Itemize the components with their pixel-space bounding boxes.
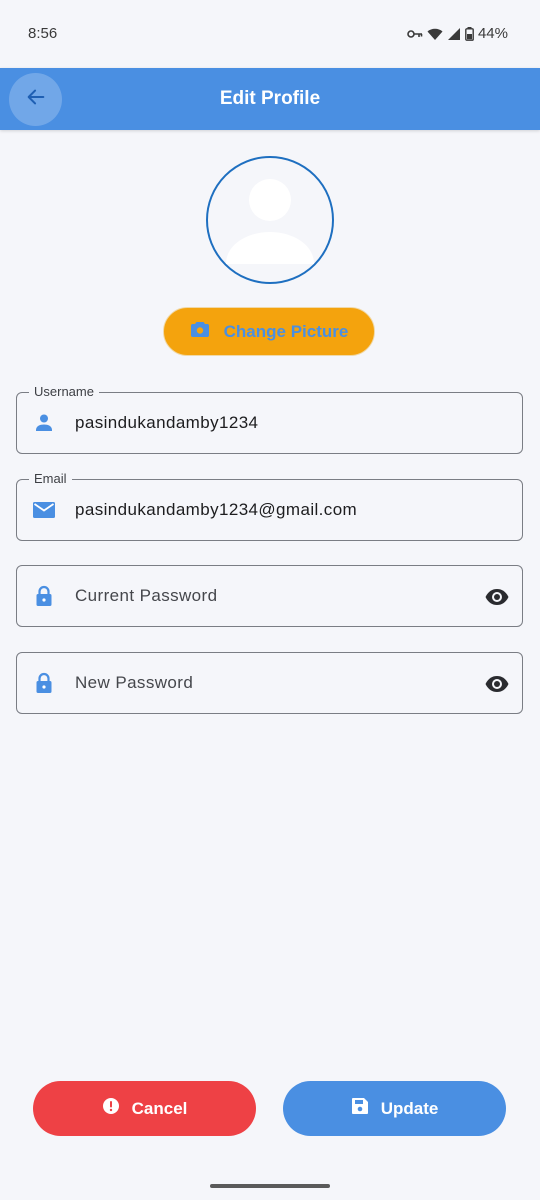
update-button[interactable]: Update [283, 1081, 506, 1136]
eye-icon[interactable] [484, 584, 510, 610]
username-label: Username [29, 384, 99, 400]
status-bar: 8:56 44% [0, 0, 540, 68]
battery-icon [465, 26, 474, 41]
username-input[interactable]: pasindukandamby1234 [75, 413, 258, 433]
wifi-icon [427, 27, 443, 41]
current-password-field[interactable]: Current Password [16, 565, 523, 627]
camera-icon [190, 320, 210, 343]
person-placeholder-icon [208, 158, 332, 282]
status-time: 8:56 [28, 25, 58, 42]
avatar[interactable] [206, 156, 334, 284]
signal-icon [447, 27, 461, 41]
cancel-button[interactable]: Cancel [33, 1081, 256, 1136]
change-picture-label: Change Picture [223, 321, 349, 341]
new-password-field[interactable]: New Password [16, 652, 523, 714]
mail-icon [32, 498, 56, 522]
cancel-label: Cancel [131, 1098, 188, 1118]
email-field[interactable]: Email pasindukandamby1234@gmail.com [16, 471, 523, 541]
lock-icon [32, 584, 56, 608]
battery-level: 44% [477, 25, 508, 42]
home-indicator[interactable] [210, 1184, 330, 1188]
eye-icon[interactable] [484, 671, 510, 697]
update-label: Update [380, 1098, 439, 1118]
change-picture-button[interactable]: Change Picture [163, 307, 375, 356]
email-input[interactable]: pasindukandamby1234@gmail.com [75, 500, 357, 520]
new-password-input[interactable]: New Password [75, 673, 193, 693]
username-field[interactable]: Username pasindukandamby1234 [16, 384, 523, 454]
status-icons: 44% [407, 25, 508, 42]
save-icon [351, 1097, 369, 1120]
person-icon [32, 411, 56, 435]
alert-icon [102, 1097, 120, 1120]
edit-profile-screen: 8:56 44% Edit Profile Change Picture Use… [0, 0, 540, 1200]
page-title: Edit Profile [219, 88, 321, 109]
email-label: Email [29, 471, 72, 487]
key-icon [407, 28, 423, 40]
current-password-input[interactable]: Current Password [75, 586, 217, 606]
lock-icon [32, 671, 56, 695]
app-bar: Edit Profile [0, 68, 540, 130]
